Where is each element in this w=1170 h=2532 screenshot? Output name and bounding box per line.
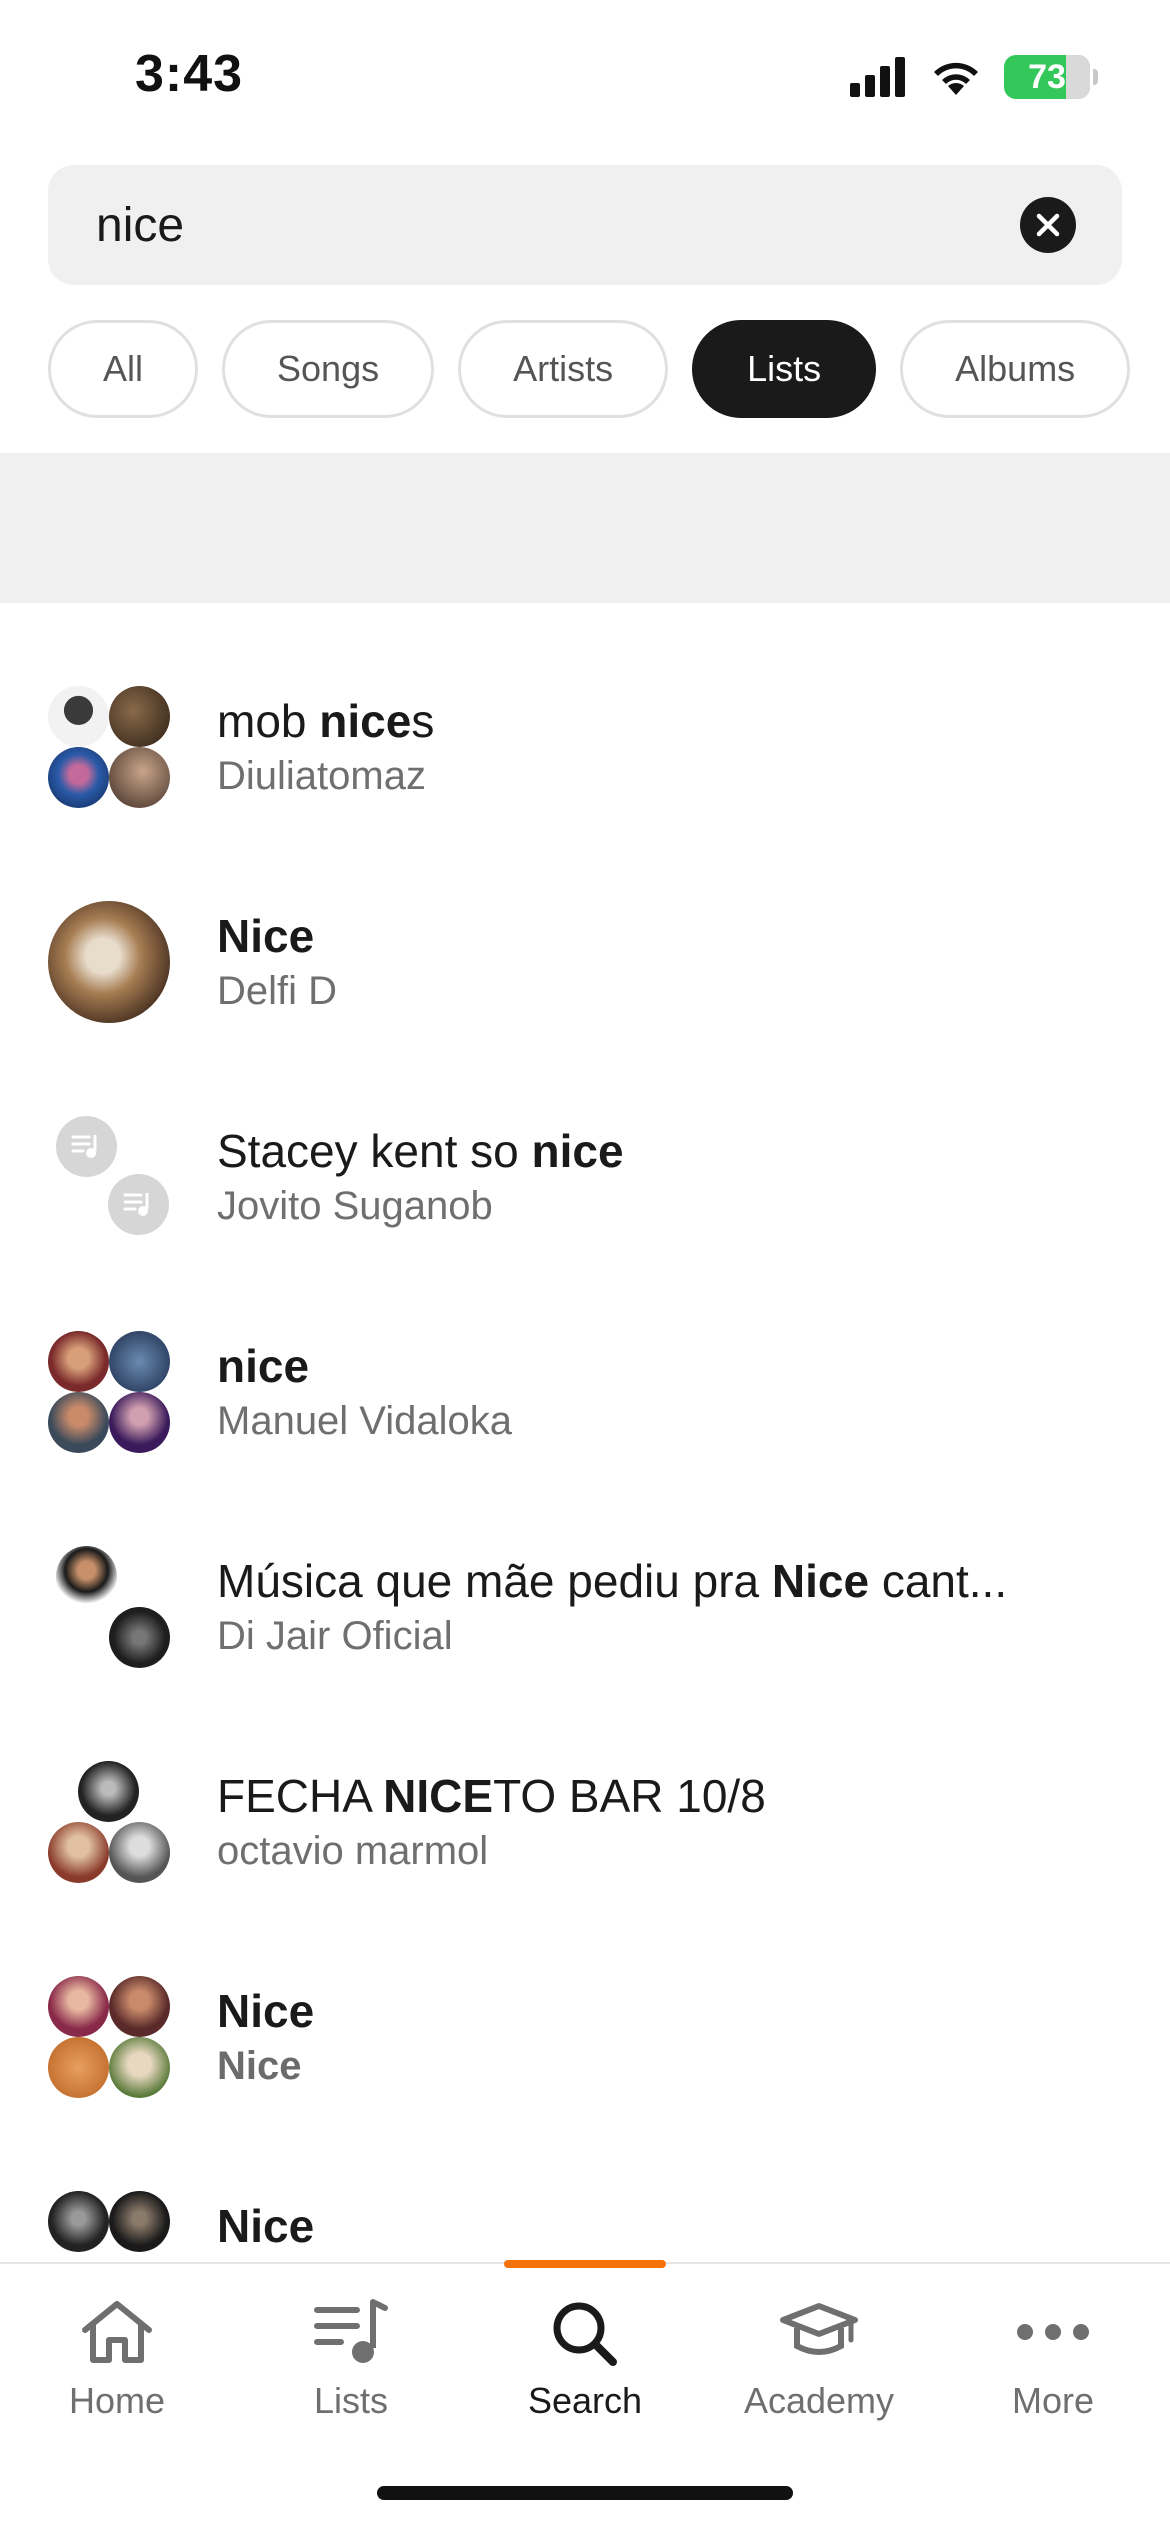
cover-image	[109, 686, 170, 747]
cover-image	[48, 1976, 109, 2037]
tab-search[interactable]: Search	[468, 2292, 702, 2442]
search-bar[interactable]	[48, 165, 1122, 285]
cover-image	[48, 747, 109, 808]
filter-chip-songs[interactable]: Songs	[222, 320, 435, 418]
tab-lists[interactable]: Lists	[234, 2292, 468, 2442]
list-item[interactable]: Música que mãe pediu pra Nice cant... Di…	[0, 1510, 1170, 1725]
list-item[interactable]: Nice Delfi D	[0, 865, 1170, 1080]
list-cover-collage	[48, 2191, 170, 2260]
cover-image	[56, 1546, 117, 1607]
list-cover-placeholder	[48, 1116, 170, 1238]
list-title: mob nices	[217, 695, 435, 747]
list-title: FECHA NICETO BAR 10/8	[217, 1770, 766, 1822]
tab-label: More	[1011, 2380, 1095, 2421]
list-item[interactable]: Nice	[0, 2155, 1170, 2260]
more-dots-icon	[1008, 2292, 1098, 2372]
status-icons: 73	[850, 52, 1098, 102]
cover-image	[109, 1392, 170, 1453]
list-title: Stacey kent so nice	[217, 1125, 624, 1177]
cover-image	[109, 1331, 170, 1392]
list-item[interactable]: nice Manuel Vidaloka	[0, 1295, 1170, 1510]
cover-image	[109, 1607, 170, 1668]
cover-image	[48, 1822, 109, 1883]
filter-chip-artists[interactable]: Artists	[458, 320, 669, 418]
list-cover-collage	[48, 1976, 170, 2098]
list-author: Nice	[217, 2044, 302, 2088]
banner-placeholder	[0, 453, 1170, 603]
tab-label: Academy	[743, 2380, 895, 2421]
filter-chip-albums[interactable]: Albums	[900, 320, 1131, 418]
tab-more[interactable]: More	[936, 2292, 1170, 2442]
list-item[interactable]: Nice Nice	[0, 1940, 1170, 2155]
cover-image	[78, 1761, 139, 1822]
cover-image	[109, 1976, 170, 2037]
battery-level: 73	[1028, 57, 1066, 96]
cover-image	[48, 1331, 109, 1392]
list-author: Manuel Vidaloka	[217, 1399, 513, 1443]
list-title: Nice	[217, 1985, 315, 2037]
cover-image	[48, 686, 109, 747]
list-title: Nice	[217, 910, 315, 962]
clear-search-button[interactable]	[1020, 197, 1076, 253]
filter-chip-lists[interactable]: Lists	[692, 320, 877, 418]
list-cover-collage	[48, 1546, 170, 1668]
close-icon	[1036, 213, 1060, 237]
filter-chips: All Songs Artists Lists Albums	[48, 320, 1131, 418]
playlist-icon	[306, 2292, 396, 2372]
wifi-icon	[934, 62, 978, 95]
status-bar: 3:43 73	[0, 0, 1170, 150]
playlist-placeholder-icon	[56, 1116, 117, 1177]
tab-label: Lists	[313, 2380, 389, 2421]
active-tab-indicator	[504, 2260, 666, 2268]
tab-label: Home	[68, 2380, 166, 2421]
cover-image	[48, 1392, 109, 1453]
signal-icon	[850, 57, 905, 97]
list-cover-collage	[48, 686, 170, 808]
cover-image	[109, 747, 170, 808]
home-icon	[72, 2292, 162, 2372]
list-author: Di Jair Oficial	[217, 1614, 453, 1658]
home-indicator	[377, 2486, 793, 2500]
cover-image	[48, 2037, 109, 2098]
list-author: octavio marmol	[217, 1829, 489, 1873]
status-time: 3:43	[135, 45, 244, 103]
battery-icon: 73	[1004, 55, 1098, 99]
cover-image	[109, 1822, 170, 1883]
list-author: Diuliatomaz	[217, 754, 426, 798]
playlist-placeholder-icon	[108, 1174, 169, 1235]
list-title: nice	[217, 1340, 310, 1392]
cover-image	[48, 2191, 109, 2252]
list-title: Nice	[217, 2200, 315, 2252]
filter-chip-all[interactable]: All	[48, 320, 199, 418]
tab-home[interactable]: Home	[0, 2292, 234, 2442]
list-item[interactable]: Stacey kent so nice Jovito Suganob	[0, 1080, 1170, 1295]
list-title: Música que mãe pediu pra Nice cant...	[217, 1555, 1008, 1607]
search-input[interactable]	[96, 165, 996, 285]
list-cover	[48, 901, 170, 1023]
cover-image	[109, 2037, 170, 2098]
list-cover-collage	[48, 1331, 170, 1453]
list-cover-collage	[48, 1761, 170, 1883]
list-author: Delfi D	[217, 969, 338, 1013]
tab-label: Search	[527, 2380, 643, 2421]
search-icon	[540, 2292, 630, 2372]
cover-image	[48, 901, 170, 1023]
list-author: Jovito Suganob	[217, 1184, 493, 1228]
graduation-cap-icon	[774, 2292, 864, 2372]
list-item[interactable]: FECHA NICETO BAR 10/8 octavio marmol	[0, 1725, 1170, 1940]
list-item[interactable]: mob nices Diuliatomaz	[0, 650, 1170, 865]
tab-academy[interactable]: Academy	[702, 2292, 936, 2442]
results-list: mob nices Diuliatomaz Nice Delfi D Stace…	[0, 650, 1170, 2260]
cover-image	[109, 2191, 170, 2252]
